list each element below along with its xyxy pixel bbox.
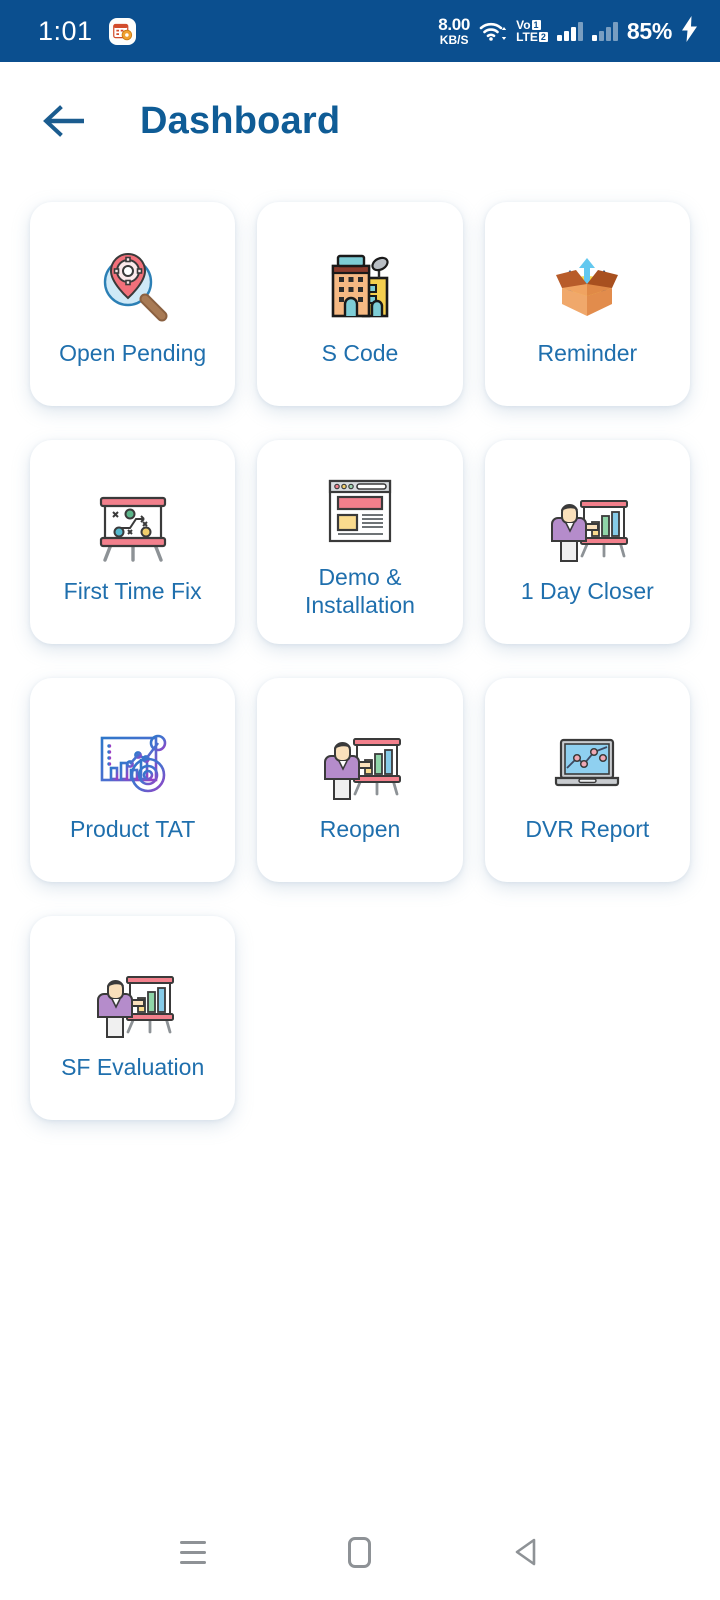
dashboard-card-sf-evaluation[interactable]: SF Evaluation [30,916,236,1120]
charging-bolt-icon [681,15,698,47]
dashboard-card-first-time-fix[interactable]: First Time Fix [30,440,236,644]
arrow-left-icon [43,105,84,137]
recents-button[interactable] [159,1518,227,1586]
card-label: Open Pending [59,339,207,366]
laptop-line-chart-icon [544,717,630,809]
status-bar: 1:01 8.00 KB/S Vo 1 LTE 2 85% [0,0,720,62]
dashboard-card-reopen[interactable]: Reopen [257,678,463,882]
card-label: Reminder [537,339,638,366]
card-label: DVR Report [525,815,650,842]
page-title: Dashboard [140,99,341,142]
battery-percent: 85% [626,17,672,44]
dashboard-card-open-pending[interactable]: Open Pending [30,202,236,406]
network-speed-indicator: 8.00 KB/S [438,16,470,46]
calendar-app-icon [108,17,136,45]
status-bar-right: 8.00 KB/S Vo 1 LTE 2 85% [438,15,698,47]
back-icon [515,1538,535,1566]
wifi-icon [479,20,507,42]
card-label: Demo & Installation [305,563,415,618]
card-label: Reopen [319,815,401,842]
presenter-bar-chart-icon [317,717,403,809]
volte-sim2-badge: 2 [538,32,548,42]
dashboard-card-demo-installation[interactable]: Demo & Installation [257,440,463,644]
signal-bars-icon-sim2 [591,21,618,41]
open-box-arrows-up-icon [544,241,630,333]
volte-bottom-text: LTE [516,30,538,44]
signal-bars-icon-sim1 [556,21,583,41]
presenter-bar-chart-icon [90,955,176,1047]
magnifier-location-gear-icon [90,241,176,333]
card-label: First Time Fix [63,577,202,604]
dashboard-grid: Open Pending S Code Reminder First Time … [0,180,720,1120]
card-label: S Code [321,339,399,366]
network-speed-value: 8.00 [438,15,471,34]
browser-window-icon [317,465,403,557]
back-button[interactable] [38,94,92,148]
back-nav-button[interactable] [493,1518,561,1586]
dashboard-card-dvr-report[interactable]: DVR Report [484,678,690,882]
status-bar-left: 1:01 [38,16,136,47]
analytics-dashboard-icon [90,717,176,809]
card-label: 1 Day Closer [520,577,654,604]
home-button[interactable] [326,1518,394,1586]
dashboard-card-s-code[interactable]: S Code [257,202,463,406]
status-clock: 1:01 [38,15,93,46]
volte-indicator: Vo 1 LTE 2 [516,19,548,43]
card-label: SF Evaluation [61,1053,205,1080]
app-header: Dashboard [0,62,720,180]
recents-icon [180,1540,207,1564]
network-speed-unit: KB/S [439,33,469,47]
strategy-board-icon [90,479,176,571]
android-navigation-bar [0,1504,720,1600]
dashboard-card-product-tat[interactable]: Product TAT [30,678,236,882]
dashboard-card-reminder[interactable]: Reminder [484,202,690,406]
volte-sim1-badge: 1 [531,20,541,30]
presenter-bar-chart-icon [544,479,630,571]
home-icon [348,1536,372,1568]
office-building-satellite-icon [317,241,403,333]
dashboard-card-1-day-closer[interactable]: 1 Day Closer [484,440,690,644]
card-label: Product TAT [70,815,196,842]
